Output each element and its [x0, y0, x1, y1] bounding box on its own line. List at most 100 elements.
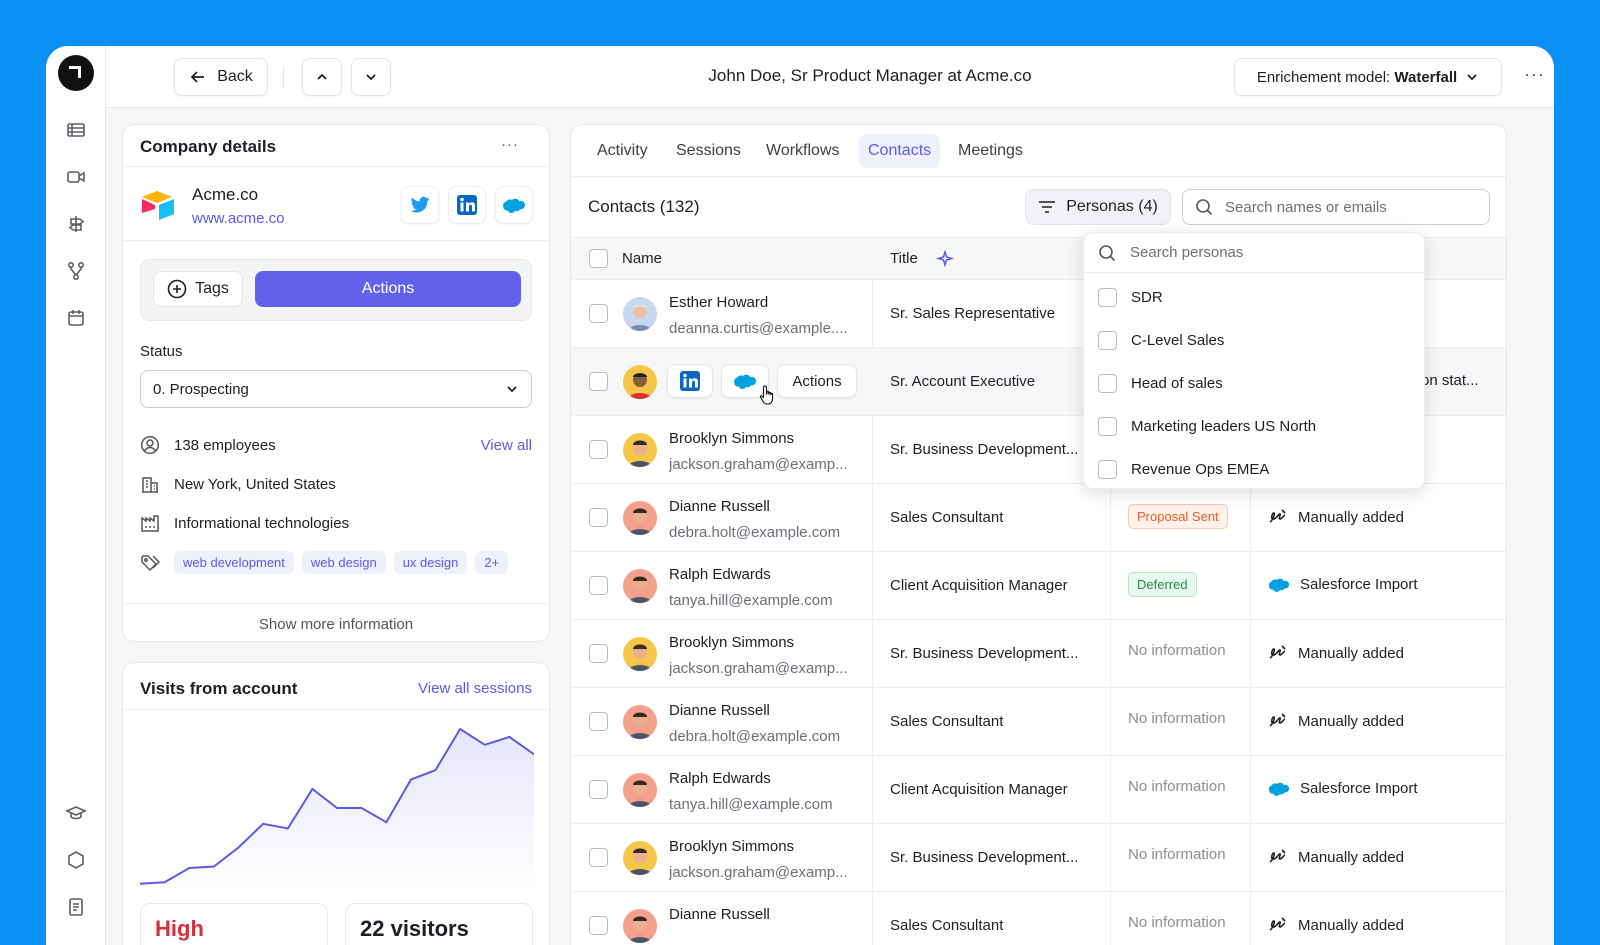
table-row[interactable]: Ralph Edwards tanya.hill@example.com Clien… [571, 755, 1506, 823]
view-all-sessions-link[interactable]: View all sessions [418, 680, 532, 697]
tab-contacts[interactable]: Contacts [859, 134, 941, 168]
status-value: 0. Prospecting [153, 380, 249, 398]
view-all-link[interactable]: View all [481, 437, 532, 454]
persona-checkbox[interactable] [1098, 288, 1117, 307]
signature-icon [1269, 713, 1286, 727]
contact-name: Brooklyn Simmons [669, 634, 795, 651]
personas-search-input[interactable]: Search personas [1084, 233, 1424, 273]
company-url[interactable]: www.acme.co [192, 210, 285, 227]
persona-checkbox[interactable] [1098, 374, 1117, 393]
tag-chips: web development web design ux design 2+ [174, 551, 516, 574]
previous-button[interactable] [302, 58, 342, 96]
contact-title: Sr. Business Development... [890, 645, 1079, 662]
signature-icon [1269, 509, 1286, 523]
select-all-checkbox[interactable] [589, 249, 608, 268]
top-bar: Back John Doe, Sr Product Manager at Acm… [106, 46, 1554, 108]
avatar [623, 501, 657, 535]
row-checkbox[interactable] [589, 372, 608, 391]
calendar-icon[interactable] [65, 307, 87, 329]
row-checkbox[interactable] [589, 780, 608, 799]
app-logo[interactable] [58, 55, 94, 91]
more-options-icon[interactable]: ··· [1524, 64, 1545, 85]
contact-name: Dianne Russell [669, 702, 770, 719]
contacts-title: Contacts (132) [588, 197, 700, 216]
salesforce-icon [503, 198, 526, 213]
contacts-search-input[interactable]: Search names or emails [1182, 189, 1490, 225]
user-circle-icon [140, 435, 160, 455]
status-text: No information [1128, 642, 1226, 659]
personas-filter-button[interactable]: Personas (4) [1025, 189, 1171, 225]
persona-checkbox[interactable] [1098, 331, 1117, 350]
video-icon[interactable] [65, 166, 87, 188]
persona-checkbox[interactable] [1098, 417, 1117, 436]
persona-option[interactable]: C-Level Sales [1098, 331, 1224, 350]
workflow-icon[interactable] [65, 260, 87, 282]
row-actions-button[interactable]: Actions [777, 364, 857, 398]
persona-option[interactable]: Marketing leaders US North [1098, 417, 1316, 436]
row-checkbox[interactable] [589, 916, 608, 935]
twitter-button[interactable] [401, 186, 439, 224]
avatar [623, 773, 657, 807]
tab-bar: Activity Sessions Workflows Contacts Mee… [571, 125, 1506, 177]
table-row[interactable]: Brooklyn Simmons jackson.graham@examp... S… [571, 823, 1506, 891]
next-button[interactable] [351, 58, 391, 96]
status-label: Status [140, 343, 183, 360]
table-row[interactable]: Ralph Edwards tanya.hill@example.com Clien… [571, 551, 1506, 619]
row-checkbox[interactable] [589, 848, 608, 867]
tab-sessions[interactable]: Sessions [667, 134, 750, 168]
more-options-icon[interactable]: ··· [501, 136, 519, 153]
persona-option[interactable]: SDR [1098, 288, 1163, 307]
tags-button[interactable]: Tags [153, 271, 243, 307]
tab-workflows[interactable]: Workflows [757, 134, 849, 168]
avatar [623, 569, 657, 603]
table-row[interactable]: Dianne Russell debra.holt@example.com Sale… [571, 687, 1506, 755]
row-checkbox[interactable] [589, 576, 608, 595]
contact-title: Sr. Sales Representative [890, 305, 1056, 322]
card-title: Company details [140, 137, 277, 156]
row-checkbox[interactable] [589, 508, 608, 527]
hexagon-icon[interactable] [65, 849, 87, 871]
cursor-hand-icon [759, 385, 774, 405]
tag-chip[interactable]: ux design [393, 551, 468, 574]
row-checkbox[interactable] [589, 712, 608, 731]
company-details-card: Company details ··· Acme.co www.acme.co [122, 124, 550, 642]
enrichment-model-select[interactable]: Enrichement model: Waterfall [1234, 58, 1502, 96]
tab-meetings[interactable]: Meetings [949, 134, 1032, 168]
contact-source: Salesforce Import [1268, 576, 1418, 593]
table-icon[interactable] [65, 119, 87, 141]
linkedin-button[interactable] [667, 364, 713, 398]
table-row[interactable]: Dianne Russell Sales Consultant No informa… [571, 891, 1506, 945]
salesforce-button[interactable] [495, 186, 533, 224]
row-checkbox[interactable] [589, 440, 608, 459]
filter-icon [1039, 201, 1056, 213]
persona-checkbox[interactable] [1098, 460, 1117, 479]
contact-email: jackson.graham@examp... [669, 864, 848, 881]
signpost-icon[interactable] [65, 213, 87, 235]
graduation-cap-icon[interactable] [65, 802, 87, 824]
row-checkbox[interactable] [589, 304, 608, 323]
contact-name: Dianne Russell [669, 906, 770, 923]
document-icon[interactable] [65, 896, 87, 918]
actions-button[interactable]: Actions [255, 271, 521, 307]
show-more-button[interactable]: Show more information [123, 603, 549, 643]
tag-chip[interactable]: web development [174, 551, 294, 574]
table-row[interactable]: Dianne Russell debra.holt@example.com Sale… [571, 483, 1506, 551]
tab-activity[interactable]: Activity [588, 134, 657, 168]
persona-option[interactable]: Head of sales [1098, 374, 1223, 393]
linkedin-icon [457, 195, 477, 215]
company-logo [142, 191, 174, 220]
row-checkbox[interactable] [589, 644, 608, 663]
contact-name: Brooklyn Simmons [669, 430, 795, 447]
status-select[interactable]: 0. Prospecting [140, 370, 532, 408]
linkedin-button[interactable] [448, 186, 486, 224]
contact-email: jackson.graham@examp... [669, 456, 848, 473]
column-header-title[interactable]: Title [890, 250, 918, 267]
column-header-name[interactable]: Name [622, 250, 662, 267]
status-text: No information [1128, 914, 1226, 931]
tag-chip[interactable]: web design [301, 551, 386, 574]
back-button[interactable]: Back [174, 58, 268, 96]
chevron-up-icon [317, 73, 327, 80]
persona-option[interactable]: Revenue Ops EMEA [1098, 460, 1269, 479]
more-tags-chip[interactable]: 2+ [475, 551, 509, 574]
table-row[interactable]: Brooklyn Simmons jackson.graham@examp... S… [571, 619, 1506, 687]
